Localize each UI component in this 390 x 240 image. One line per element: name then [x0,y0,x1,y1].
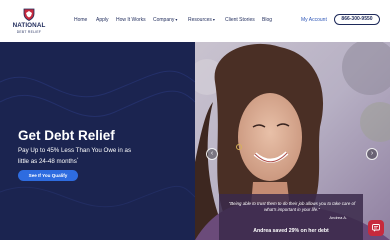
hero-title: Get Debt Relief [18,128,115,143]
nav-resources[interactable]: Resources▾ [188,17,215,23]
hero-subtitle: Pay Up to 45% Less Than You Owe in as li… [18,146,138,166]
nav-blog[interactable]: Blog [262,17,272,23]
testimonial-author: Andrea A. [329,215,347,220]
footnote-mark: * [76,157,79,161]
carousel-prev-button[interactable]: ‹ [206,148,218,160]
testimonial-card: “Being able to trust them to do their jo… [219,194,363,240]
testimonial-result: Andrea saved 29% on her debt [253,228,329,234]
brand-tagline: DEBT RELIEF [16,29,42,34]
shield-eagle-icon [23,8,35,21]
testimonial-quote: “Being able to trust them to do their jo… [228,201,356,212]
site-header: NATIONAL DEBT RELIEF Home Apply How It W… [0,0,390,42]
carousel-next-button[interactable]: › [366,148,378,160]
my-account-link[interactable]: My Account [301,17,327,23]
brand-name: NATIONAL [12,22,46,29]
see-if-you-qualify-button[interactable]: See If You Qualify [18,170,78,181]
nav-apply[interactable]: Apply [96,17,109,23]
phone-button[interactable]: 866-300-9550 [334,14,380,25]
nav-company[interactable]: Company▾ [153,17,177,23]
chevron-down-icon: ▾ [175,17,178,22]
nav-client-stories[interactable]: Client Stories [225,17,255,23]
nav-how-it-works[interactable]: How It Works [116,17,146,23]
hero-panel: Get Debt Relief Pay Up to 45% Less Than … [0,42,195,240]
nav-company-label: Company [153,17,175,23]
chat-icon [372,224,380,232]
hero-subtitle-text: Pay Up to 45% Less Than You Owe in as li… [18,147,132,166]
nav-home[interactable]: Home [74,17,87,23]
chevron-down-icon: ▾ [212,17,215,22]
brand-logo[interactable]: NATIONAL DEBT RELIEF [9,8,49,36]
nav-resources-label: Resources [188,17,212,23]
chat-button[interactable] [368,220,384,236]
